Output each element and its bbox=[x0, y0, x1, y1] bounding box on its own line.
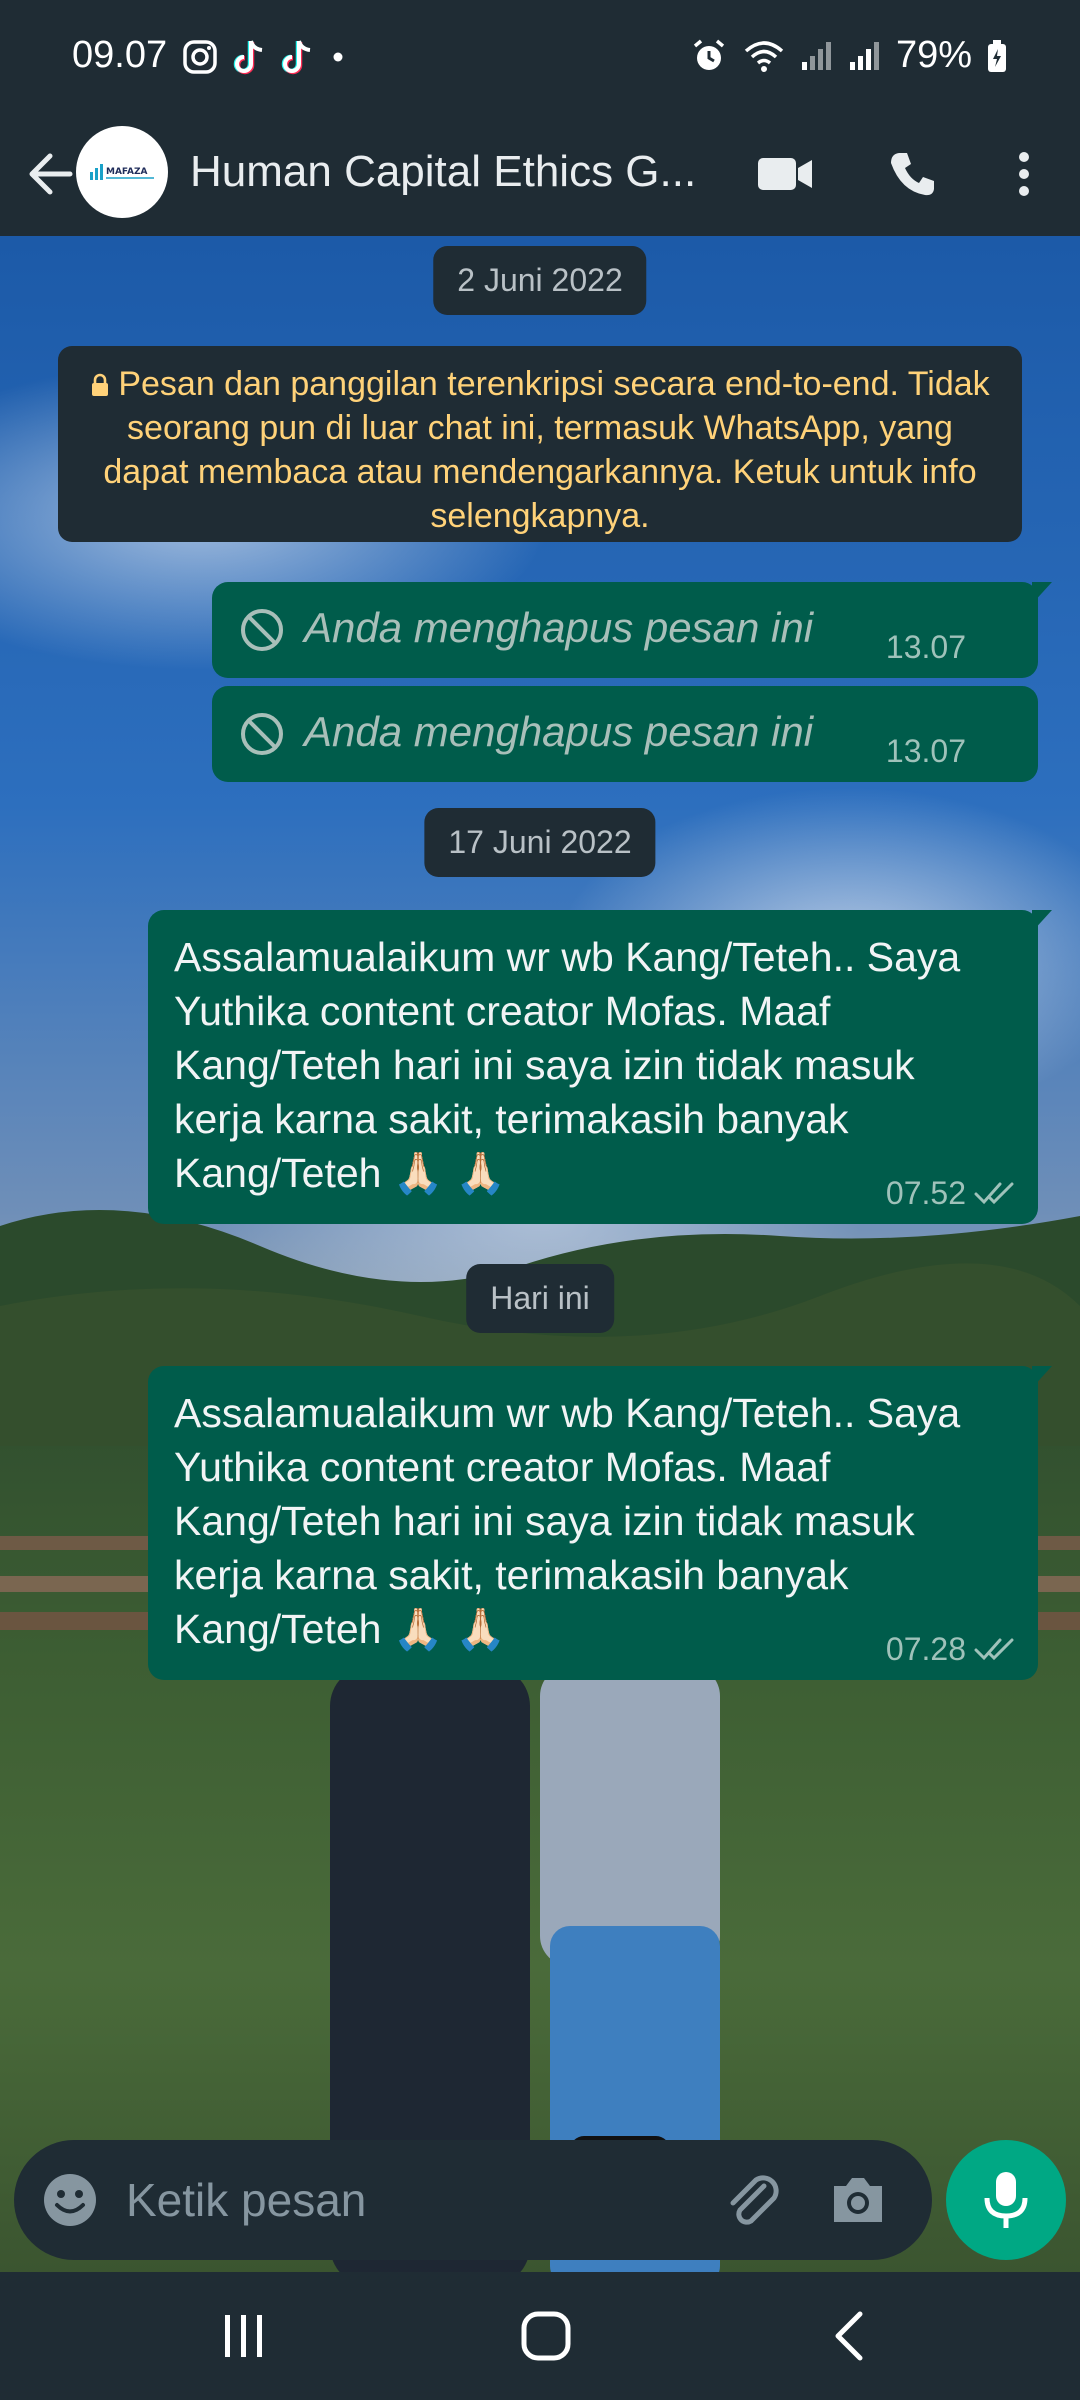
date-chip: Hari ini bbox=[466, 1264, 614, 1333]
battery-icon bbox=[988, 39, 1006, 72]
voice-message-button[interactable] bbox=[946, 2140, 1066, 2260]
status-bar: 09.07 79% bbox=[0, 0, 1080, 112]
signal-icon bbox=[849, 41, 879, 70]
message-time: 13.07 bbox=[885, 629, 966, 665]
group-avatar[interactable]: MAFAZA bbox=[76, 126, 168, 218]
mafaza-logo: MAFAZA bbox=[90, 164, 154, 180]
back-button[interactable] bbox=[20, 142, 84, 206]
instagram-icon bbox=[183, 40, 217, 74]
chat-header: MAFAZA Human Capital Ethics G... bbox=[0, 112, 1080, 236]
chat-area[interactable]: 2 Juni 2022 Pesan dan panggilan terenkri… bbox=[0, 236, 1080, 2272]
chat-title[interactable]: Human Capital Ethics G... bbox=[190, 134, 730, 210]
wifi-icon bbox=[744, 40, 784, 72]
date-chip: 2 Juni 2022 bbox=[433, 246, 647, 315]
mic-icon bbox=[984, 2172, 1028, 2228]
message-time: 07.52 bbox=[885, 1175, 966, 1211]
signal-icon bbox=[801, 41, 831, 70]
message-composer bbox=[14, 2140, 932, 2260]
encryption-notice[interactable]: Pesan dan panggilan terenkripsi secara e… bbox=[58, 346, 1022, 542]
video-call-button[interactable] bbox=[750, 138, 822, 210]
outgoing-message[interactable]: Assalamualaikum wr wb Kang/Teteh.. Saya … bbox=[148, 1366, 1052, 1680]
deleted-message[interactable]: Anda menghapus pesan ini 13.07 bbox=[212, 686, 1038, 782]
lock-icon bbox=[92, 373, 109, 396]
deleted-message[interactable]: Anda menghapus pesan ini 13.07 bbox=[212, 582, 1052, 678]
back-arrow-icon bbox=[29, 153, 73, 195]
tiktok-icon bbox=[281, 40, 311, 75]
battery-percent: 79% bbox=[895, 34, 972, 76]
recents-icon bbox=[225, 2315, 262, 2357]
outgoing-message[interactable]: Assalamualaikum wr wb Kang/Teteh.. Saya … bbox=[148, 910, 1052, 1224]
more-options-button[interactable] bbox=[988, 138, 1060, 210]
home-icon bbox=[521, 2311, 571, 2361]
date-chip: 17 Juni 2022 bbox=[424, 808, 656, 877]
phone-icon bbox=[891, 153, 934, 196]
encryption-notice-text: Pesan dan panggilan terenkripsi secara e… bbox=[103, 365, 990, 535]
video-call-icon bbox=[758, 158, 812, 190]
attach-icon[interactable] bbox=[720, 2168, 784, 2232]
avatar-text: MAFAZA bbox=[106, 167, 148, 177]
message-time: 13.07 bbox=[885, 733, 966, 769]
status-time: 09.07 bbox=[72, 34, 168, 76]
message-time: 07.28 bbox=[885, 1631, 966, 1667]
read-ticks-icon bbox=[974, 1638, 1014, 1661]
home-button[interactable] bbox=[506, 2302, 586, 2370]
camera-icon[interactable] bbox=[826, 2168, 890, 2232]
system-icons: 79% bbox=[690, 34, 1008, 77]
more-vert-icon bbox=[1019, 152, 1029, 196]
message-text: Assalamualaikum wr wb Kang/Teteh.. Saya … bbox=[174, 1390, 961, 1652]
tiktok-icon bbox=[233, 40, 263, 75]
emoji-icon[interactable] bbox=[40, 2170, 100, 2230]
read-ticks-icon bbox=[974, 1182, 1014, 1205]
deleted-message-text: Anda menghapus pesan ini bbox=[304, 604, 814, 651]
deleted-icon bbox=[241, 609, 283, 651]
dot-icon bbox=[333, 52, 343, 62]
alarm-icon bbox=[693, 39, 725, 70]
deleted-message-text: Anda menghapus pesan ini bbox=[304, 708, 814, 755]
deleted-icon bbox=[241, 713, 283, 755]
message-input[interactable] bbox=[126, 2166, 686, 2234]
voice-call-button[interactable] bbox=[876, 138, 948, 210]
notification-icons bbox=[182, 38, 348, 76]
back-nav-button[interactable] bbox=[808, 2302, 888, 2370]
message-text: Assalamualaikum wr wb Kang/Teteh.. Saya … bbox=[174, 934, 961, 1196]
system-nav-bar bbox=[0, 2272, 1080, 2400]
recents-button[interactable] bbox=[204, 2302, 284, 2370]
back-chevron-icon bbox=[835, 2311, 863, 2361]
